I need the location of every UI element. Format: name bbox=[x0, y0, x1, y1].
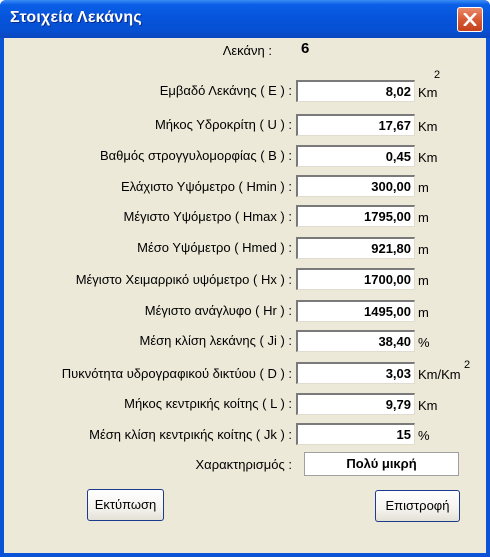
characterization-label: Χαρακτηρισμός : bbox=[195, 457, 292, 472]
hx-field[interactable]: 1700,00 bbox=[296, 268, 415, 290]
drainage-density-label: Πυκνότητα υδρογραφικού δικτύου ( D ) : bbox=[61, 366, 292, 381]
main-channel-slope-field[interactable]: 15 bbox=[296, 423, 415, 445]
main-channel-slope-label: Μέση κλίση κεντρικής κοίτης ( Jk ) : bbox=[89, 427, 292, 442]
area-field[interactable]: 8,02 bbox=[296, 80, 415, 102]
dialog-body: Λεκάνη : 6 Εμβαδό Λεκάνης ( E ) : 8,02 K… bbox=[4, 38, 486, 553]
watershed-length-unit: Km bbox=[418, 119, 438, 134]
hmed-label: Μέσο Υψόμετρο ( Hmed ) : bbox=[137, 240, 292, 255]
basin-data-dialog: Στοιχεία Λεκάνης Λεκάνη : 6 Εμβαδό Λεκάν… bbox=[0, 0, 490, 557]
circularity-unit: Km bbox=[418, 150, 438, 165]
hmax-field[interactable]: 1795,00 bbox=[296, 205, 415, 227]
hmed-unit: m bbox=[418, 242, 429, 257]
area-unit-exponent: 2 bbox=[434, 69, 441, 81]
characterization-field[interactable]: Πολύ μικρή bbox=[304, 452, 459, 476]
hmax-unit: m bbox=[418, 210, 429, 225]
title-bar[interactable]: Στοιχεία Λεκάνης bbox=[0, 0, 490, 38]
area-label: Εμβαδό Λεκάνης ( E ) : bbox=[159, 83, 292, 98]
basin-label: Λεκάνη : bbox=[222, 43, 272, 58]
main-channel-slope-unit: % bbox=[418, 428, 430, 443]
hmin-field[interactable]: 300,00 bbox=[296, 175, 415, 197]
drainage-density-unit: Km/Km bbox=[418, 367, 461, 382]
hr-field[interactable]: 1495,00 bbox=[296, 300, 415, 322]
main-channel-length-label: Μήκος κεντρικής κοίτης ( L ) : bbox=[124, 396, 292, 411]
hr-unit: m bbox=[418, 305, 429, 320]
basin-slope-field[interactable]: 38,40 bbox=[296, 330, 415, 352]
basin-slope-unit: % bbox=[418, 335, 430, 350]
watershed-length-label: Μήκος Υδροκρίτη ( U ) : bbox=[154, 117, 292, 132]
hmin-label: Ελάχιστο Υψόμετρο ( Hmin ) : bbox=[120, 179, 292, 194]
hmin-unit: m bbox=[418, 180, 429, 195]
hmax-label: Μέγιστο Υψόμετρο ( Hmax ) : bbox=[123, 209, 292, 224]
close-button[interactable] bbox=[457, 7, 483, 32]
hr-label: Μέγιστο ανάγλυφο ( Hr ) : bbox=[144, 303, 292, 318]
basin-slope-label: Μέση κλίση λεκάνης ( Ji ) : bbox=[139, 333, 293, 348]
hx-unit: m bbox=[418, 273, 429, 288]
drainage-density-exponent: 2 bbox=[464, 359, 471, 371]
hx-label: Μέγιστο Χειμαρρικό υψόμετρο ( Hx ) : bbox=[75, 272, 292, 287]
drainage-density-field[interactable]: 3,03 bbox=[296, 362, 415, 384]
basin-number: 6 bbox=[301, 40, 310, 57]
window-title: Στοιχεία Λεκάνης bbox=[10, 9, 142, 26]
circularity-label: Βαθμός στρογγυλομορφίας ( B ) : bbox=[99, 148, 292, 163]
hmed-field[interactable]: 921,80 bbox=[296, 237, 415, 259]
main-channel-length-unit: Km bbox=[418, 398, 438, 413]
back-button[interactable]: Επιστροφή bbox=[375, 490, 460, 522]
area-unit: Km bbox=[418, 85, 438, 100]
print-button[interactable]: Εκτύπωση bbox=[87, 489, 164, 521]
watershed-length-field[interactable]: 17,67 bbox=[296, 114, 415, 136]
close-icon bbox=[463, 13, 477, 26]
circularity-field[interactable]: 0,45 bbox=[296, 145, 415, 167]
main-channel-length-field[interactable]: 9,79 bbox=[296, 393, 415, 415]
